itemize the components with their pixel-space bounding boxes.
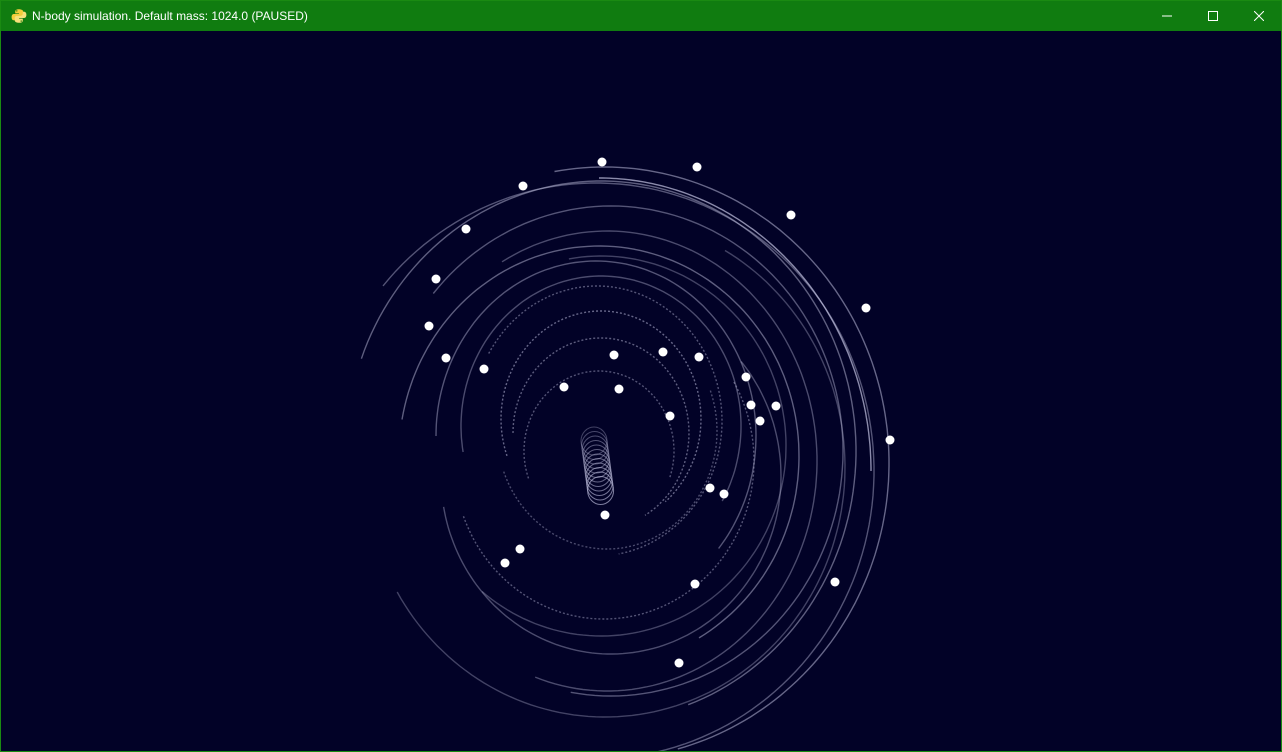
body: [692, 162, 702, 172]
python-icon: [11, 8, 27, 24]
orbit-trail: [512, 337, 690, 516]
body: [705, 483, 715, 493]
body: [690, 579, 700, 589]
bodies: [424, 157, 895, 668]
orbit-trail: [360, 180, 857, 706]
orbit-trails: [360, 166, 890, 751]
body: [786, 210, 796, 220]
body: [746, 400, 756, 410]
body: [431, 274, 441, 284]
body: [600, 510, 610, 520]
window-title: N-body simulation. Default mass: 1024.0 …: [32, 9, 308, 23]
minimize-button[interactable]: [1144, 1, 1190, 31]
close-icon: [1254, 11, 1264, 21]
body: [665, 411, 675, 421]
body: [609, 350, 619, 360]
body: [755, 416, 765, 426]
body: [771, 401, 781, 411]
simulation-svg: [360, 157, 895, 751]
close-button[interactable]: [1236, 1, 1281, 31]
body: [424, 321, 434, 331]
body: [479, 364, 489, 374]
body: [674, 658, 684, 668]
orbit-trail: [442, 361, 782, 655]
body: [885, 435, 895, 445]
orbit-trail: [523, 370, 675, 479]
body: [741, 372, 751, 382]
maximize-icon: [1208, 11, 1218, 21]
orbit-trail: [462, 381, 755, 620]
body: [559, 382, 569, 392]
body: [614, 384, 624, 394]
body: [658, 347, 668, 357]
body: [830, 577, 840, 587]
orbit-trail: [432, 205, 844, 697]
body: [515, 544, 525, 554]
title-bar[interactable]: N-body simulation. Default mass: 1024.0 …: [1, 1, 1281, 31]
maximize-button[interactable]: [1190, 1, 1236, 31]
body: [461, 224, 471, 234]
orbit-trail: [435, 260, 757, 549]
simulation-canvas[interactable]: [1, 31, 1281, 751]
body: [861, 303, 871, 313]
body: [518, 181, 528, 191]
body: [694, 352, 704, 362]
body: [500, 558, 510, 568]
body: [719, 489, 729, 499]
body: [441, 353, 451, 363]
minimize-icon: [1162, 15, 1172, 17]
body: [597, 157, 607, 167]
app-window: N-body simulation. Default mass: 1024.0 …: [0, 0, 1282, 752]
orbit-trail: [501, 230, 818, 692]
orbit-trail: [396, 249, 846, 718]
orbit-trail: [554, 166, 890, 750]
